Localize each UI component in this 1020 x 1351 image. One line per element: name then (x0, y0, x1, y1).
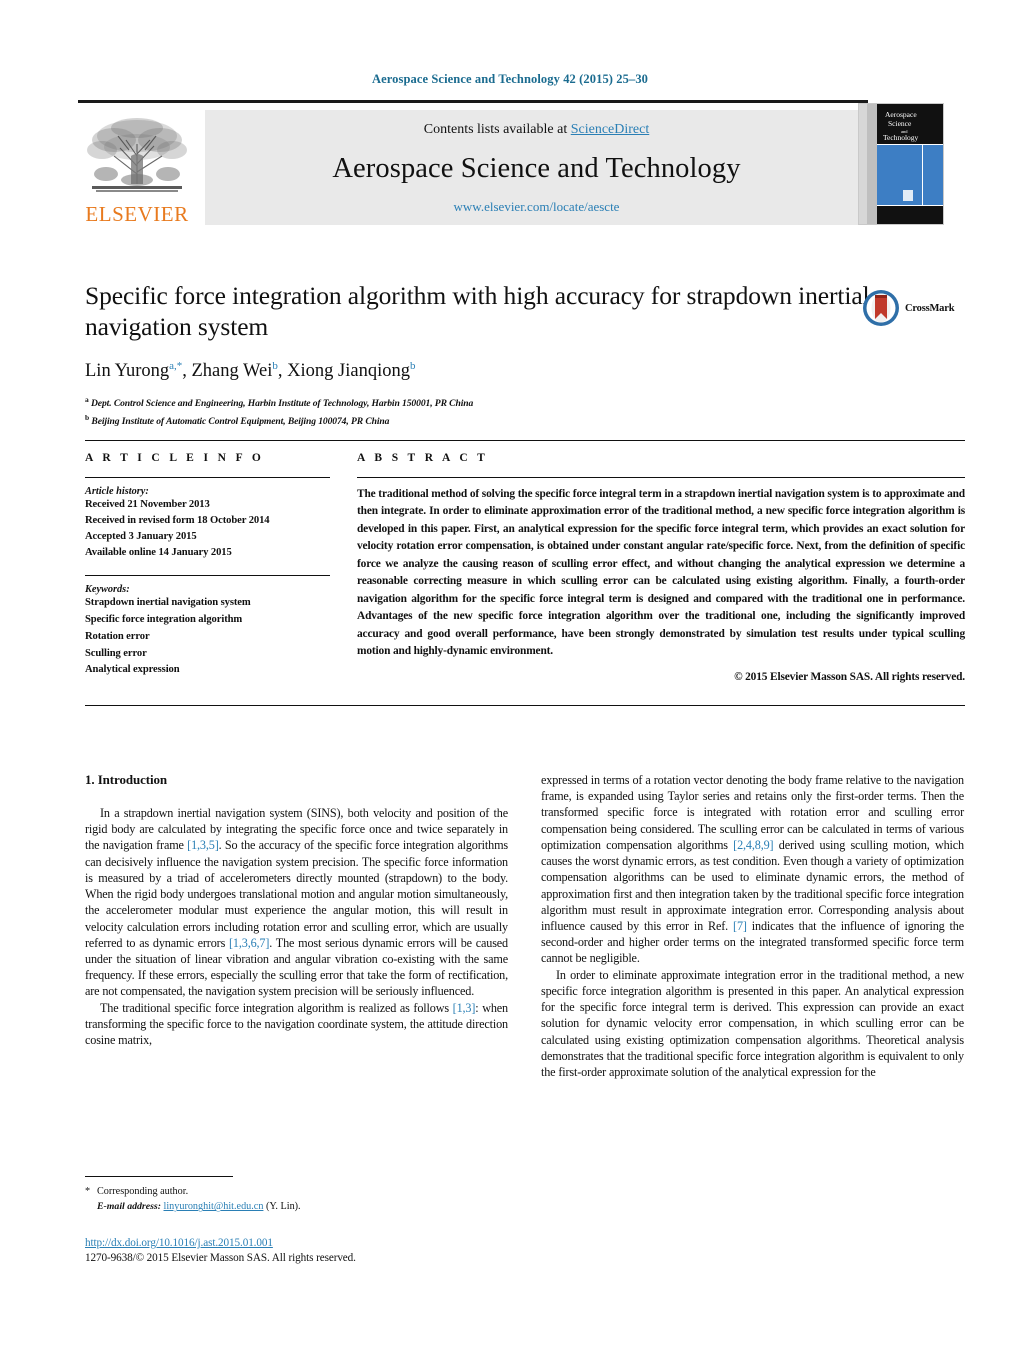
contents-prefix: Contents lists available at (423, 122, 571, 137)
journal-homepage-link[interactable]: www.elsevier.com/locate/aescte (205, 199, 868, 215)
svg-text:Science: Science (888, 119, 912, 128)
masthead-top-rule (78, 100, 868, 103)
svg-text:Technology: Technology (883, 133, 919, 142)
history-received: Received 21 November 2013 (85, 499, 210, 510)
paper-page: Aerospace Science and Technology 42 (201… (0, 0, 1020, 1351)
abstract-rule (357, 477, 965, 478)
affiliation-a: a Dept. Control Science and Engineering,… (85, 395, 474, 410)
article-info-rule-2 (85, 575, 330, 577)
affiliation-list: a Dept. Control Science and Engineering,… (85, 394, 875, 430)
email-line: E-mail address: linyuronghit@hit.edu.cn … (85, 1199, 508, 1215)
corresponding-author-text: Corresponding author. (97, 1186, 189, 1197)
masthead-banner: Contents lists available at ScienceDirec… (205, 110, 868, 225)
abstract-column: A B S T R A C T The traditional method o… (357, 452, 965, 683)
affiliation-b-text: Beijing Institute of Automatic Control E… (91, 416, 390, 428)
cover-artwork: Aerospace Science and Technology (859, 104, 943, 224)
history-online: Available online 14 January 2015 (85, 547, 232, 559)
svg-text:Aerospace: Aerospace (885, 110, 917, 119)
journal-title: Aerospace Science and Technology (332, 152, 741, 184)
asterisk-icon: * (85, 1186, 91, 1197)
footnote-block: * Corresponding author. E-mail address: l… (85, 1176, 508, 1215)
info-top-rule (85, 440, 965, 441)
journal-cover-thumbnail: Aerospace Science and Technology (858, 103, 944, 225)
abstract-text: The traditional method of solving the sp… (357, 488, 965, 657)
history-revised: Received in revised form 18 October 2014 (85, 515, 270, 527)
abstract-heading: A B S T R A C T (357, 452, 489, 464)
crossmark-badge[interactable]: CrossMark (862, 288, 962, 328)
body-column-left: 1. Introduction In a strapdown inertial … (85, 772, 508, 1080)
elsevier-logo: ELSEVIER (78, 110, 196, 225)
issn-copyright-line: 1270-9638/© 2015 Elsevier Masson SAS. Al… (85, 1252, 356, 1264)
info-abstract-zone: A R T I C L E I N F O Article history: R… (85, 440, 965, 707)
keywords-label: Keywords: (85, 584, 130, 596)
article-info-rule-1 (85, 477, 330, 478)
section-heading-introduction: 1. Introduction (85, 772, 168, 787)
corresponding-author-line: * Corresponding author. (85, 1184, 508, 1199)
body-area: 1. Introduction In a strapdown inertial … (85, 772, 965, 1080)
keyword-item: Strapdown inertial navigation system (85, 597, 251, 609)
elsevier-wordmark: ELSEVIER (85, 202, 189, 226)
keyword-item: Rotation error (85, 630, 150, 642)
elsevier-tree-icon (87, 118, 187, 192)
email-label: E-mail address: (97, 1201, 161, 1213)
crossmark-label: CrossMark (905, 302, 955, 314)
keyword-item: Analytical expression (85, 664, 180, 676)
article-info-heading: A R T I C L E I N F O (85, 452, 265, 464)
abstract-copyright: © 2015 Elsevier Masson SAS. All rights r… (734, 671, 965, 684)
crossmark-icon (863, 290, 899, 326)
footnote-rule (85, 1176, 233, 1177)
intro-paragraph-2: The traditional specific force integrati… (85, 1000, 508, 1048)
running-head: Aerospace Science and Technology 42 (201… (371, 72, 649, 86)
journal-masthead: ELSEVIER Contents lists available at Sci… (78, 100, 944, 228)
email-link[interactable]: linyuronghit@hit.edu.cn (164, 1201, 264, 1212)
history-accepted: Accepted 3 January 2015 (85, 531, 197, 543)
sciencedirect-link[interactable]: ScienceDirect (571, 122, 650, 137)
affiliation-b: b Beijing Institute of Automatic Control… (85, 413, 390, 428)
article-info-column: A R T I C L E I N F O Article history: R… (85, 452, 330, 683)
intro-paragraph-4: In order to eliminate approximate integr… (541, 967, 964, 1079)
article-history-label: Article history: (85, 486, 149, 497)
doi-link[interactable]: http://dx.doi.org/10.1016/j.ast.2015.01.… (85, 1237, 273, 1249)
title-block: Specific force integration algorithm wit… (85, 280, 875, 430)
keyword-item: Sculling error (85, 647, 147, 659)
keyword-item: Specific force integration algorithm (85, 614, 243, 626)
body-column-right: expressed in terms of a rotation vector … (541, 772, 964, 1080)
intro-paragraph-1: In a strapdown inertial navigation syste… (85, 806, 508, 999)
author-list: Lin Yuronga,*, Zhang Weib, Xiong Jianqio… (85, 360, 416, 382)
footer-meta: http://dx.doi.org/10.1016/j.ast.2015.01.… (85, 1233, 585, 1264)
page-title: Specific force integration algorithm wit… (85, 281, 870, 342)
info-bottom-rule (85, 705, 965, 707)
contents-list-line: Contents lists available at ScienceDirec… (205, 122, 868, 138)
email-owner: (Y. Lin). (265, 1201, 301, 1213)
affiliation-a-text: Dept. Control Science and Engineering, H… (90, 398, 474, 410)
intro-paragraph-3: expressed in terms of a rotation vector … (541, 773, 964, 966)
